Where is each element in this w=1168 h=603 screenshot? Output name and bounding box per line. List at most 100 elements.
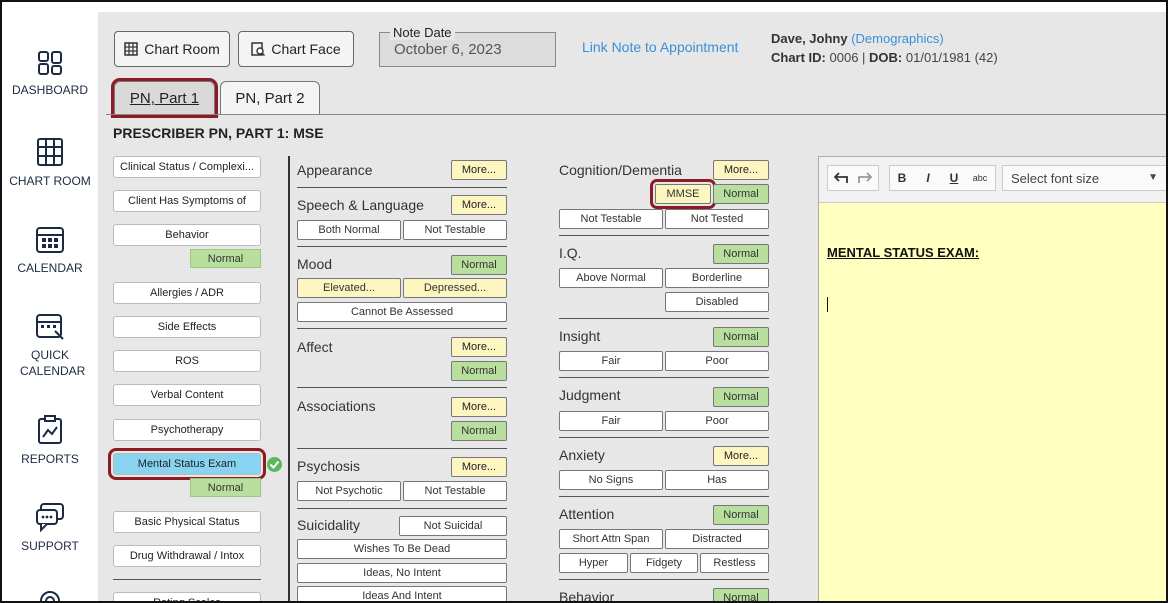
- divider: [559, 437, 769, 438]
- tab-pn-part-1[interactable]: PN, Part 1: [111, 78, 218, 118]
- iq-borderline[interactable]: Borderline: [665, 268, 769, 288]
- mood-title: Mood: [297, 256, 333, 272]
- note-date-label: Note Date: [390, 25, 455, 40]
- cognition-not-tested[interactable]: Not Tested: [665, 209, 769, 229]
- chart-room-button[interactable]: Chart Room: [114, 31, 230, 67]
- tab-pn-part-2[interactable]: PN, Part 2: [220, 81, 320, 115]
- list-item-client-symptoms[interactable]: Client Has Symptoms of: [113, 190, 261, 212]
- support-chat-icon: [36, 503, 64, 532]
- cognition-normal-button[interactable]: Normal: [713, 184, 769, 204]
- affect-title: Affect: [297, 339, 333, 355]
- undo-icon[interactable]: [830, 167, 852, 189]
- italic-button[interactable]: I: [917, 167, 939, 189]
- iq-above-normal[interactable]: Above Normal: [559, 268, 663, 288]
- attention-restless[interactable]: Restless: [700, 553, 769, 573]
- associations-title: Associations: [297, 398, 376, 414]
- nav-chart-room[interactable]: CHART ROOM: [2, 137, 98, 189]
- underline-button[interactable]: U: [943, 167, 965, 189]
- speech-not-testable[interactable]: Not Testable: [403, 220, 507, 240]
- mse-normal-badge: Normal: [190, 478, 261, 497]
- nav-settings[interactable]: [2, 587, 98, 601]
- attention-fidgety[interactable]: Fidgety: [630, 553, 698, 573]
- list-item-ros[interactable]: ROS: [113, 350, 261, 372]
- insight-poor[interactable]: Poor: [665, 351, 769, 371]
- suicidality-ideas-no-intent[interactable]: Ideas, No Intent: [297, 563, 507, 583]
- nav-calendar[interactable]: CALENDAR: [2, 224, 98, 276]
- mood-normal-button[interactable]: Normal: [451, 255, 507, 275]
- insight-fair[interactable]: Fair: [559, 351, 663, 371]
- strikethrough-button[interactable]: abc: [969, 167, 991, 189]
- cognition-more-button[interactable]: More...: [713, 160, 769, 180]
- speech-title: Speech & Language: [297, 197, 424, 213]
- note-date-field[interactable]: Note Date October 6, 2023: [379, 25, 556, 67]
- mood-elevated[interactable]: Elevated...: [297, 278, 401, 298]
- mood-cannot-assess[interactable]: Cannot Be Assessed: [297, 302, 507, 322]
- attention-hyper[interactable]: Hyper: [559, 553, 628, 573]
- affect-normal-button[interactable]: Normal: [451, 361, 507, 381]
- calendar-icon: [36, 227, 64, 253]
- list-item-side-effects[interactable]: Side Effects: [113, 316, 261, 338]
- associations-normal-button[interactable]: Normal: [451, 421, 507, 441]
- judgment-normal-button[interactable]: Normal: [713, 387, 769, 407]
- list-item-basic-physical[interactable]: Basic Physical Status: [113, 511, 261, 533]
- anxiety-has[interactable]: Has: [665, 470, 769, 490]
- list-item-mental-status-exam[interactable]: Mental Status Exam: [108, 448, 266, 480]
- list-item-verbal-content[interactable]: Verbal Content: [113, 384, 261, 406]
- column-divider: [288, 156, 290, 601]
- anxiety-title: Anxiety: [559, 447, 605, 463]
- attention-distracted[interactable]: Distracted: [665, 529, 769, 549]
- nav-dashboard-label: DASHBOARD: [11, 83, 88, 97]
- note-date-value: October 6, 2023: [394, 41, 502, 58]
- judgment-fair[interactable]: Fair: [559, 411, 663, 431]
- affect-more-button[interactable]: More...: [451, 337, 507, 357]
- redo-icon[interactable]: [854, 167, 876, 189]
- page-title: PRESCRIBER PN, PART 1: MSE: [113, 125, 324, 141]
- cognition-not-testable[interactable]: Not Testable: [559, 209, 663, 229]
- divider: [297, 187, 507, 188]
- nav-reports-label: REPORTS: [21, 452, 79, 466]
- psychosis-more-button[interactable]: More...: [451, 457, 507, 477]
- list-item-allergies[interactable]: Allergies / ADR: [113, 282, 261, 304]
- list-item-psychotherapy[interactable]: Psychotherapy: [113, 419, 261, 441]
- iq-title: I.Q.: [559, 245, 582, 261]
- associations-more-button[interactable]: More...: [451, 397, 507, 417]
- list-item-rating-scales[interactable]: Rating Scales: [113, 592, 261, 601]
- note-editor[interactable]: B I U abc Select font size ▼ MENTAL STAT…: [818, 156, 1166, 601]
- divider: [559, 496, 769, 497]
- anxiety-more-button[interactable]: More...: [713, 446, 769, 466]
- demographics-link[interactable]: (Demographics): [851, 31, 943, 46]
- tab-underline: [106, 114, 1166, 115]
- suicidality-wishes-dead[interactable]: Wishes To Be Dead: [297, 539, 507, 559]
- nav-dashboard[interactable]: DASHBOARD: [2, 50, 98, 98]
- judgment-poor[interactable]: Poor: [665, 411, 769, 431]
- list-item-drug-withdrawal[interactable]: Drug Withdrawal / Intox: [113, 545, 261, 567]
- attention-normal-button[interactable]: Normal: [713, 505, 769, 525]
- list-item-behavior[interactable]: Behavior: [113, 224, 261, 246]
- appearance-more-button[interactable]: More...: [451, 160, 507, 180]
- bold-button[interactable]: B: [891, 167, 913, 189]
- divider: [297, 387, 507, 388]
- chart-face-button[interactable]: Chart Face: [238, 31, 354, 67]
- suicidality-not-suicidal[interactable]: Not Suicidal: [399, 516, 507, 536]
- behavior-normal-button[interactable]: Normal: [713, 588, 769, 601]
- iq-normal-button[interactable]: Normal: [713, 244, 769, 264]
- psychosis-not-testable[interactable]: Not Testable: [403, 481, 507, 501]
- font-size-select[interactable]: Select font size ▼: [1002, 165, 1166, 191]
- nav-support[interactable]: SUPPORT: [2, 502, 98, 554]
- mmse-button[interactable]: MMSE: [650, 179, 716, 209]
- insight-normal-button[interactable]: Normal: [713, 327, 769, 347]
- speech-more-button[interactable]: More...: [451, 195, 507, 215]
- speech-both-normal[interactable]: Both Normal: [297, 220, 401, 240]
- nav-quick-calendar[interactable]: QUICK CALENDAR: [2, 311, 98, 379]
- mood-depressed[interactable]: Depressed...: [403, 278, 507, 298]
- iq-disabled[interactable]: Disabled: [665, 292, 769, 312]
- behavior-normal-badge: Normal: [190, 249, 261, 268]
- attention-short-span[interactable]: Short Attn Span: [559, 529, 663, 549]
- link-note-to-appointment[interactable]: Link Note to Appointment: [582, 39, 738, 55]
- suicidality-ideas-intent[interactable]: Ideas And Intent: [297, 586, 507, 601]
- list-item-clinical-status[interactable]: Clinical Status / Complexi...: [113, 156, 261, 178]
- chart-face-button-label: Chart Face: [271, 41, 341, 57]
- anxiety-no-signs[interactable]: No Signs: [559, 470, 663, 490]
- nav-reports[interactable]: REPORTS: [2, 415, 98, 467]
- psychosis-not-psychotic[interactable]: Not Psychotic: [297, 481, 401, 501]
